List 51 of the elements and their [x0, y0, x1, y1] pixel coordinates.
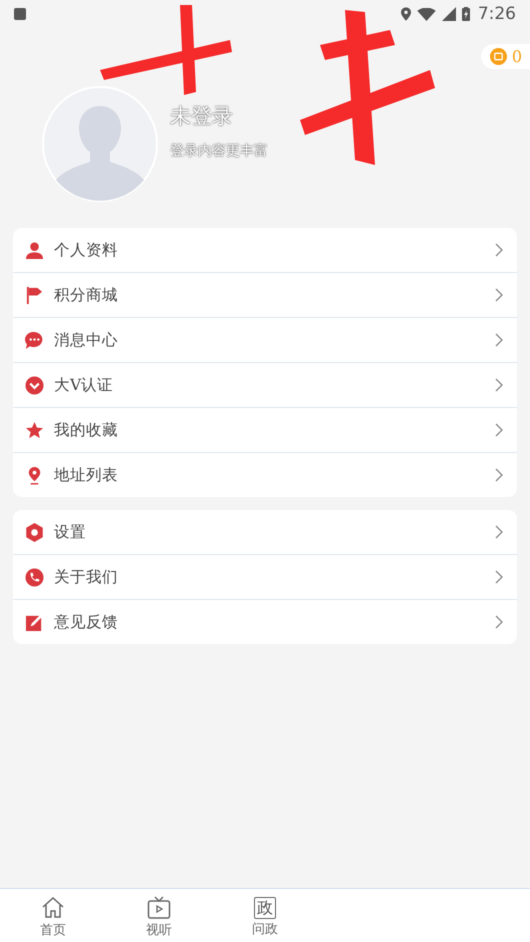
coin-icon — [490, 48, 507, 65]
menu-item[interactable]: 我的收藏 — [13, 407, 517, 452]
menu-item[interactable]: 个人资料 — [13, 228, 517, 272]
menu-label: 意见反馈 — [54, 612, 119, 632]
chevron-right-icon — [495, 288, 503, 302]
signal-icon — [442, 7, 456, 21]
menu-item[interactable]: 设置 — [13, 510, 517, 554]
person-icon — [25, 240, 44, 260]
user-name[interactable]: 未登录 — [170, 102, 268, 130]
home-icon — [41, 896, 65, 920]
settings-icon — [25, 522, 44, 542]
coin-count: 0 — [512, 47, 522, 66]
chevron-badge-icon — [25, 376, 44, 394]
menu-item[interactable]: 地址列表 — [13, 452, 517, 497]
star-icon — [25, 420, 44, 440]
nav-tab[interactable]: 首页 — [0, 889, 106, 942]
flag-icon — [25, 286, 44, 304]
menu-label: 地址列表 — [54, 464, 119, 486]
menu-item[interactable]: 意见反馈 — [13, 599, 517, 644]
edit-icon — [25, 612, 44, 632]
location-icon — [400, 7, 411, 21]
chevron-right-icon — [495, 378, 503, 392]
status-time: 7:26 — [478, 4, 516, 24]
avatar[interactable] — [42, 86, 158, 202]
menu-label: 关于我们 — [54, 566, 119, 588]
menu-label: 我的收藏 — [54, 420, 119, 440]
menu-label: 设置 — [54, 522, 87, 542]
chevron-right-icon — [495, 570, 503, 584]
menu-item[interactable]: 消息中心 — [13, 317, 517, 362]
menu-label: 大V认证 — [54, 374, 114, 396]
menu-label: 消息中心 — [54, 330, 119, 350]
chevron-right-icon — [495, 333, 503, 347]
chat-icon — [25, 330, 44, 350]
menu-item[interactable]: 积分商城 — [13, 272, 517, 317]
notification-icon — [14, 8, 26, 20]
glyph-icon: 政 — [254, 896, 276, 918]
menu-item[interactable]: 关于我们 — [13, 554, 517, 599]
menu-label: 个人资料 — [54, 240, 119, 260]
tv-play-icon — [147, 896, 171, 920]
nav-tab[interactable]: 政 问政 — [212, 889, 318, 942]
chevron-right-icon — [495, 615, 503, 629]
wifi-icon — [416, 8, 436, 20]
phone-icon — [25, 568, 44, 586]
chevron-right-icon — [495, 525, 503, 539]
login-hint: 登录内容更丰富 — [170, 142, 268, 160]
nav-tab[interactable]: 视听 — [106, 889, 212, 942]
menu-label: 积分商城 — [54, 284, 119, 306]
chevron-right-icon — [495, 468, 503, 482]
chevron-right-icon — [495, 243, 503, 257]
menu-item[interactable]: 大V认证 — [13, 362, 517, 407]
chevron-right-icon — [495, 423, 503, 437]
